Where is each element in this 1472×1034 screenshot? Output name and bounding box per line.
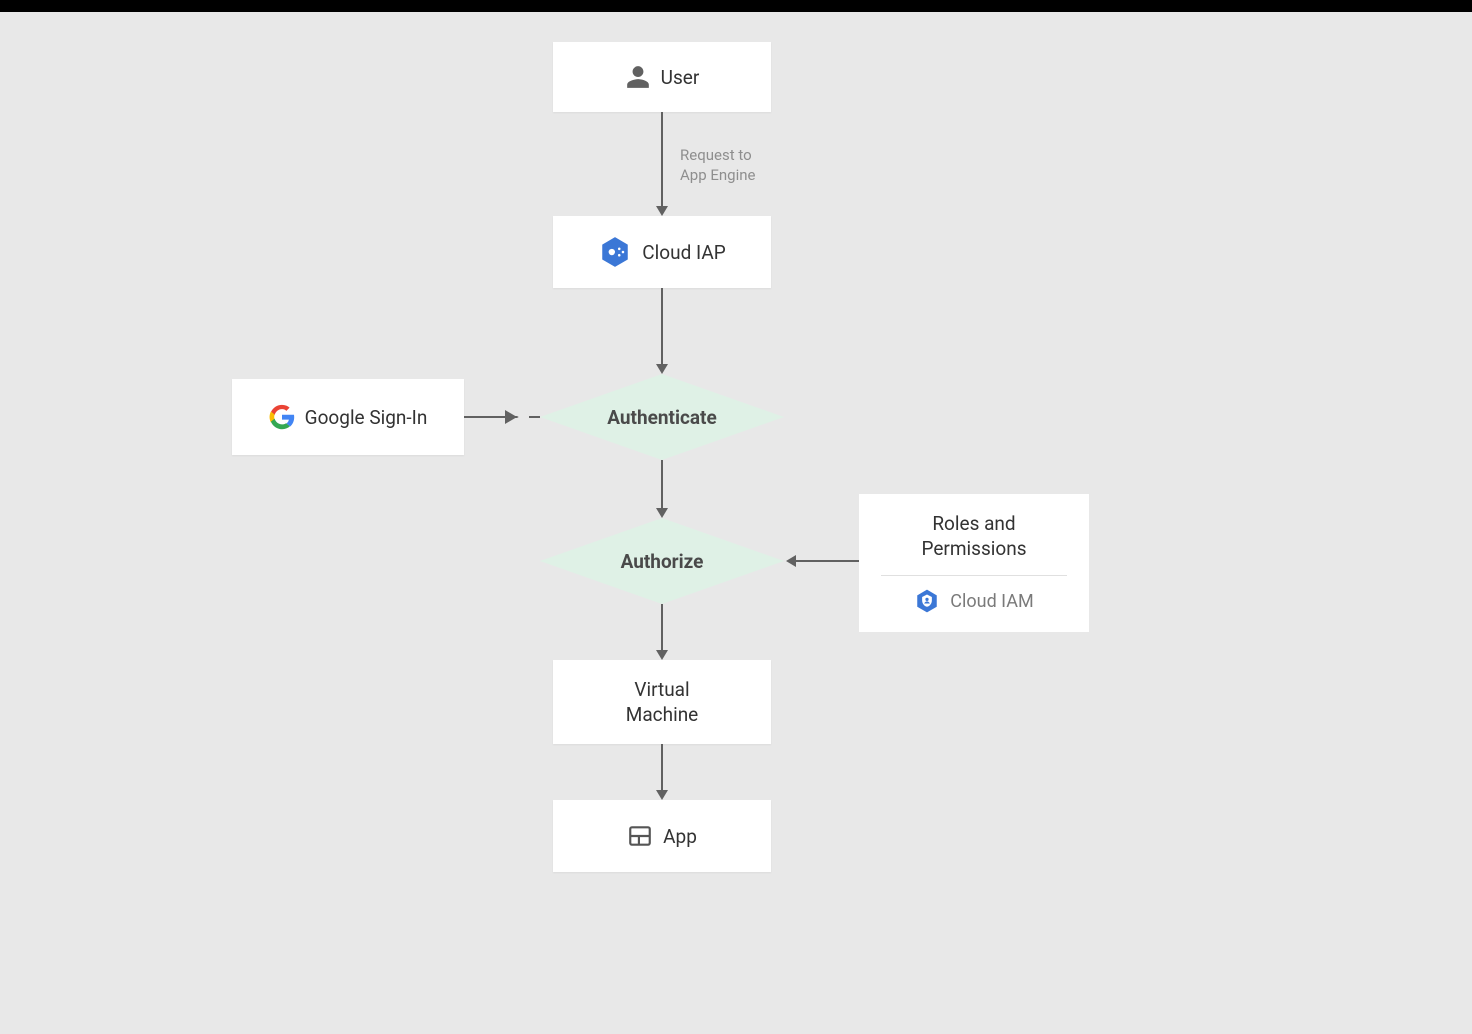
user-label: User: [661, 66, 700, 89]
cloud-iap-label: Cloud IAP: [642, 241, 725, 264]
roles-title-l2: Permissions: [881, 537, 1067, 562]
edge-label-l2: App Engine: [680, 165, 755, 185]
authenticate-label: Authenticate: [540, 374, 784, 460]
cloud-iam-icon: [914, 588, 940, 614]
roles-title-l1: Roles and: [881, 512, 1067, 537]
app-label: App: [663, 825, 697, 848]
arrow-user-to-iap: [661, 112, 663, 208]
authorize-label: Authorize: [540, 518, 784, 604]
google-signin-label: Google Sign-In: [305, 406, 428, 429]
authenticate-node: Authenticate: [540, 374, 784, 460]
authorize-node: Authorize: [540, 518, 784, 604]
roles-permissions-node: Roles and Permissions Cloud IAM: [859, 494, 1089, 632]
arrow-vm-to-app: [661, 744, 663, 792]
roles-separator: [881, 575, 1067, 576]
notch-left: [505, 410, 517, 424]
vm-label-l1: Virtual: [634, 678, 689, 701]
arrow-authorize-to-vm: [661, 604, 663, 652]
google-icon: [269, 404, 295, 430]
arrow-roles-to-authorize: [796, 560, 859, 562]
iap-flow-diagram: User Request to App Engine Cloud IAP Aut…: [0, 0, 1472, 1034]
arrow-head-vm-to-app: [656, 790, 668, 800]
user-node: User: [553, 42, 771, 112]
edge-label-user-to-iap: Request to App Engine: [680, 145, 755, 186]
edge-label-l1: Request to: [680, 145, 755, 165]
notch-right: [517, 410, 529, 424]
arrow-head-authorize-to-vm: [656, 650, 668, 660]
app-icon: [627, 823, 653, 849]
arrow-head-user-to-iap: [656, 206, 668, 216]
cloud-iap-node: Cloud IAP: [553, 216, 771, 288]
arrow-head-auth-to-authorize: [656, 508, 668, 518]
cloud-iap-icon: [598, 235, 632, 269]
cloud-iam-label: Cloud IAM: [950, 591, 1033, 612]
app-node: App: [553, 800, 771, 872]
arrow-head-iap-to-auth: [656, 364, 668, 374]
user-icon: [625, 64, 651, 90]
vm-label-l2: Machine: [626, 703, 699, 726]
arrow-auth-to-authorize: [661, 460, 663, 510]
arrow-head-roles-to-authorize: [786, 555, 796, 567]
arrow-iap-to-auth: [661, 288, 663, 366]
vm-node: Virtual Machine: [553, 660, 771, 744]
google-signin-node: Google Sign-In: [232, 379, 464, 455]
